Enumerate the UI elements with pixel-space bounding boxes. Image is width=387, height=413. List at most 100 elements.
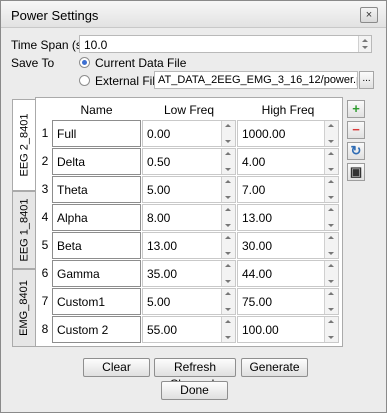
low-freq-spinner[interactable] — [221, 177, 235, 202]
row-number: 5 — [41, 238, 49, 252]
remove-row-button[interactable]: − — [347, 121, 365, 139]
table-row: 3 Theta 5.00 7.00 — [36, 174, 342, 203]
high-freq-spinner[interactable] — [324, 205, 338, 230]
high-freq-value: 13.00 — [242, 211, 273, 225]
table-row: 6 Gamma 35.00 44.00 — [36, 258, 342, 287]
current-data-file-label: Current Data File — [95, 56, 187, 70]
band-name-input[interactable]: Gamma — [52, 260, 141, 287]
timespan-spinner[interactable] — [358, 36, 371, 52]
external-file-label: External File — [95, 74, 162, 88]
high-freq-input[interactable]: 100.00 — [237, 316, 339, 343]
low-freq-spinner[interactable] — [221, 261, 235, 286]
saveto-label: Save To — [11, 56, 55, 70]
band-name-input[interactable]: Theta — [52, 176, 141, 203]
table-row: 5 Beta 13.00 30.00 — [36, 230, 342, 259]
table-row: 8 Custom 2 55.00 100.00 — [36, 314, 342, 343]
low-freq-value: 55.00 — [147, 323, 178, 337]
high-freq-input[interactable]: 7.00 — [237, 176, 339, 203]
row-number: 8 — [41, 322, 49, 336]
add-row-button[interactable]: + — [347, 100, 365, 118]
timespan-label: Time Span (s) — [11, 38, 86, 52]
high-freq-input[interactable]: 4.00 — [237, 148, 339, 175]
low-freq-input[interactable]: 5.00 — [142, 288, 236, 315]
open-file-button[interactable]: ↻ — [347, 142, 365, 160]
low-freq-spinner[interactable] — [221, 205, 235, 230]
table-row: 1 Full 0.00 1000.00 — [36, 118, 342, 147]
header-name: Name — [80, 103, 113, 117]
low-freq-spinner[interactable] — [221, 121, 235, 146]
low-freq-spinner[interactable] — [221, 317, 235, 342]
external-file-radio[interactable] — [79, 75, 90, 86]
close-button[interactable]: × — [360, 7, 378, 23]
band-table: Name Low Freq High Freq 1 Full 0.00 1000… — [35, 97, 343, 347]
channel-tabs: EEG 2_8401 EEG 1_8401 EMG_8401 — [12, 99, 36, 351]
low-freq-value: 8.00 — [147, 211, 171, 225]
high-freq-spinner[interactable] — [324, 149, 338, 174]
table-row: 4 Alpha 8.00 13.00 — [36, 202, 342, 231]
high-freq-spinner[interactable] — [324, 121, 338, 146]
browse-button[interactable]: ... — [359, 71, 374, 89]
low-freq-input[interactable]: 13.00 — [142, 232, 236, 259]
low-freq-input[interactable]: 55.00 — [142, 316, 236, 343]
high-freq-spinner[interactable] — [324, 317, 338, 342]
low-freq-input[interactable]: 5.00 — [142, 176, 236, 203]
header-high-freq: High Freq — [261, 103, 315, 117]
low-freq-spinner[interactable] — [221, 289, 235, 314]
low-freq-input[interactable]: 8.00 — [142, 204, 236, 231]
high-freq-value: 44.00 — [242, 267, 273, 281]
low-freq-value: 0.50 — [147, 155, 171, 169]
high-freq-input[interactable]: 13.00 — [237, 204, 339, 231]
done-button[interactable]: Done — [161, 381, 228, 400]
tab-emg-label: EMG_8401 — [18, 280, 30, 336]
row-number: 4 — [41, 210, 49, 224]
high-freq-spinner[interactable] — [324, 289, 338, 314]
high-freq-spinner[interactable] — [324, 261, 338, 286]
high-freq-value: 75.00 — [242, 295, 273, 309]
band-name-input[interactable]: Delta — [52, 148, 141, 175]
power-settings-window: Power Settings × Time Span (s) 10.0 Save… — [0, 0, 387, 413]
high-freq-spinner[interactable] — [324, 177, 338, 202]
timespan-input[interactable]: 10.0 — [79, 35, 372, 53]
clear-button[interactable]: Clear — [83, 358, 150, 377]
high-freq-value: 30.00 — [242, 239, 273, 253]
table-row: 2 Delta 0.50 4.00 — [36, 146, 342, 175]
row-number: 2 — [41, 154, 49, 168]
high-freq-input[interactable]: 75.00 — [237, 288, 339, 315]
high-freq-value: 100.00 — [242, 323, 279, 337]
tab-eeg1-label: EEG 1_8401 — [18, 198, 30, 262]
row-number: 3 — [41, 182, 49, 196]
title-bar: Power Settings × — [1, 1, 386, 28]
tab-eeg1[interactable]: EEG 1_8401 — [12, 191, 36, 269]
refresh-channels-button[interactable]: Refresh Channels — [154, 358, 236, 391]
band-name-input[interactable]: Beta — [52, 232, 141, 259]
low-freq-input[interactable]: 0.50 — [142, 148, 236, 175]
external-file-path-input[interactable]: AT_DATA_2EEG_EMG_3_16_12/power.pvfs — [154, 71, 358, 89]
low-freq-value: 13.00 — [147, 239, 178, 253]
timespan-value: 10.0 — [84, 38, 108, 52]
low-freq-input[interactable]: 0.00 — [142, 120, 236, 147]
window-title: Power Settings — [11, 8, 99, 23]
band-name-input[interactable]: Custom 2 — [52, 316, 141, 343]
table-row: 7 Custom1 5.00 75.00 — [36, 286, 342, 315]
current-data-file-radio[interactable] — [79, 57, 90, 68]
high-freq-value: 7.00 — [242, 183, 266, 197]
low-freq-value: 5.00 — [147, 183, 171, 197]
row-number: 6 — [41, 266, 49, 280]
high-freq-input[interactable]: 30.00 — [237, 232, 339, 259]
tab-eeg2[interactable]: EEG 2_8401 — [12, 99, 36, 191]
low-freq-spinner[interactable] — [221, 149, 235, 174]
low-freq-value: 5.00 — [147, 295, 171, 309]
high-freq-input[interactable]: 44.00 — [237, 260, 339, 287]
save-file-button[interactable]: ▣ — [347, 163, 365, 181]
high-freq-spinner[interactable] — [324, 233, 338, 258]
band-name-input[interactable]: Custom1 — [52, 288, 141, 315]
low-freq-input[interactable]: 35.00 — [142, 260, 236, 287]
high-freq-input[interactable]: 1000.00 — [237, 120, 339, 147]
band-name-input[interactable]: Alpha — [52, 204, 141, 231]
row-number: 1 — [41, 126, 49, 140]
generate-button[interactable]: Generate — [241, 358, 308, 377]
band-name-input[interactable]: Full — [52, 120, 141, 147]
tab-emg[interactable]: EMG_8401 — [12, 269, 36, 347]
low-freq-value: 0.00 — [147, 127, 171, 141]
low-freq-spinner[interactable] — [221, 233, 235, 258]
